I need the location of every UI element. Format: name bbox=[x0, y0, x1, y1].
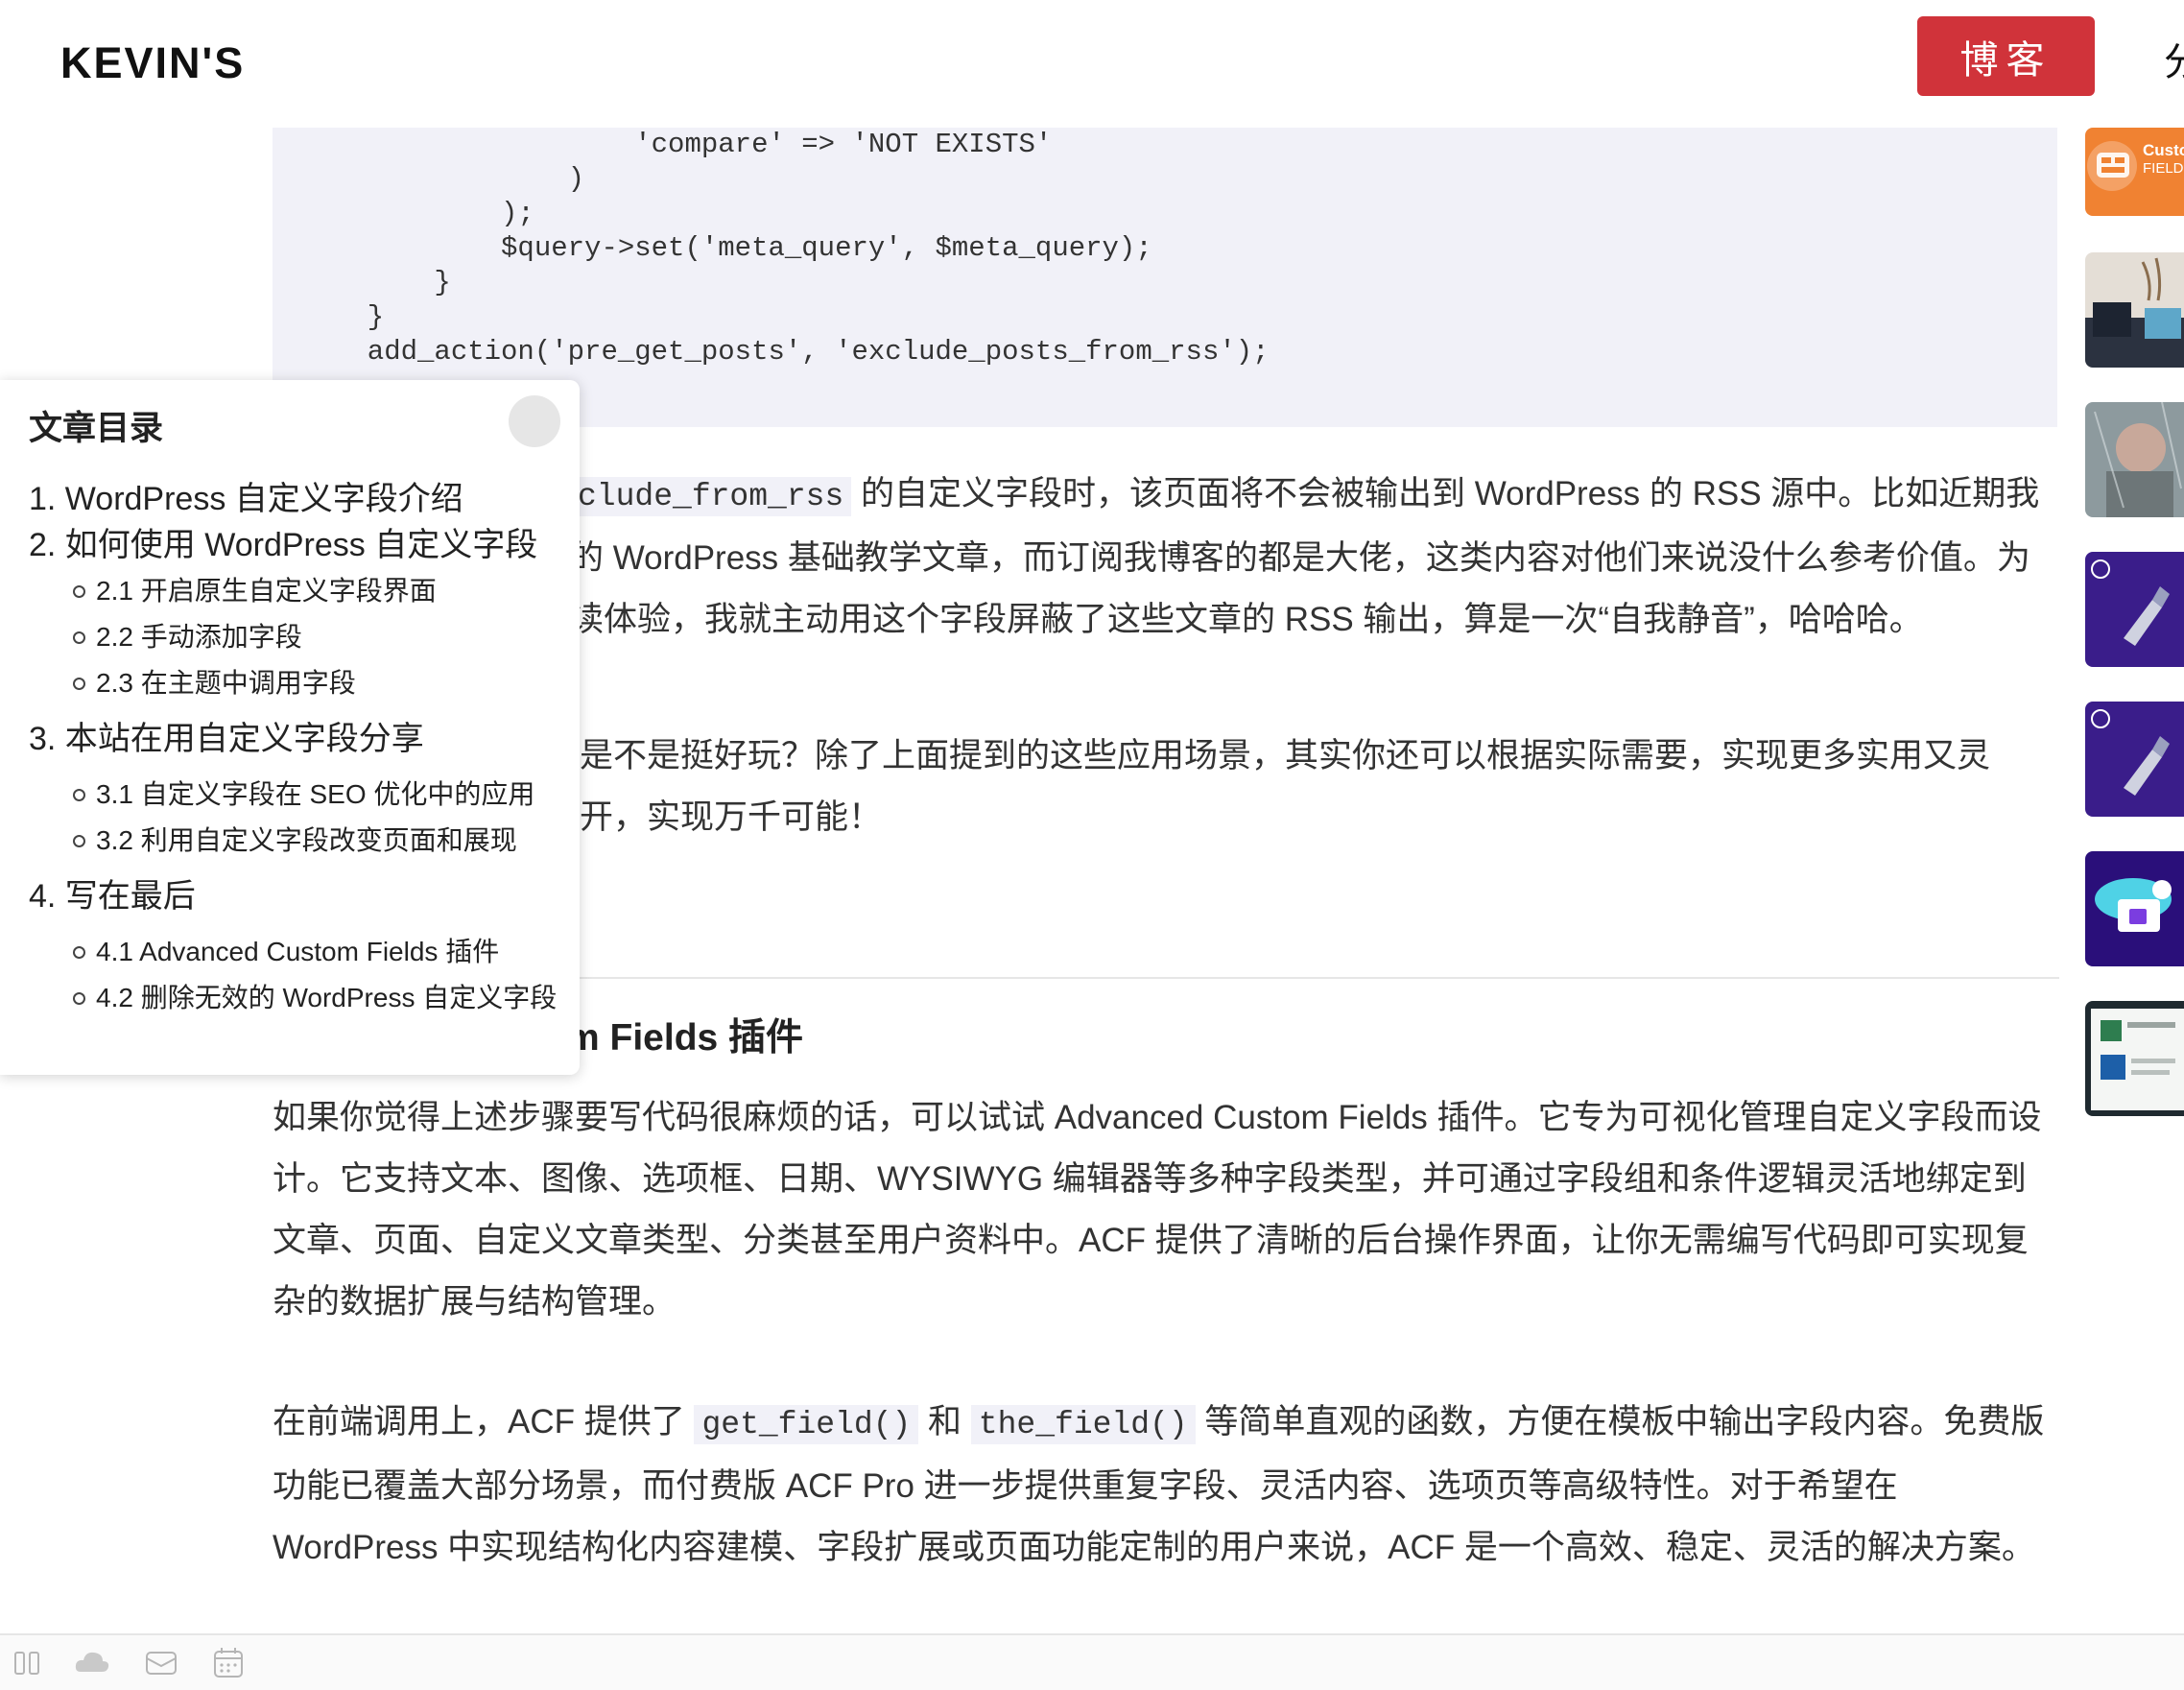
code-line: } bbox=[334, 301, 385, 333]
paragraph-acf-intro: 如果你觉得上述步骤要写代码很麻烦的话，可以试试 Advanced Custom … bbox=[273, 1099, 2042, 1321]
toc-subitem[interactable]: 3.1 自定义字段在 SEO 优化中的应用 bbox=[29, 772, 576, 818]
toc-list: 1. WordPress 自定义字段介绍 2. 如何使用 WordPress 自… bbox=[29, 476, 576, 1021]
bottom-toolbar bbox=[0, 1633, 2184, 1690]
mail-icon[interactable] bbox=[142, 1645, 180, 1679]
toc-subitem[interactable]: 4.1 Advanced Custom Fields 插件 bbox=[29, 929, 576, 975]
paragraph-text: 和 bbox=[928, 1403, 962, 1440]
related-post-thumb-wp-security[interactable] bbox=[2085, 851, 2184, 966]
section-heading: m Fields 插件 bbox=[566, 1017, 804, 1059]
code-line: ); bbox=[334, 198, 534, 229]
paragraph-text: 在前端调用上，ACF 提供了 bbox=[273, 1403, 685, 1440]
related-post-thumb-workspace[interactable] bbox=[2085, 252, 2184, 368]
related-post-thumb-wp-tools-2[interactable] bbox=[2085, 702, 2184, 817]
toc-subitem[interactable]: 2.1 开启原生自定义字段界面 bbox=[29, 568, 576, 614]
code-line: ) bbox=[334, 163, 585, 195]
workspace-photo-icon bbox=[2085, 252, 2184, 368]
inline-code-get-field: get_field() bbox=[694, 1405, 919, 1444]
plugin-screenshot-icon bbox=[2085, 1001, 2184, 1116]
site-logo[interactable]: KEVIN'S bbox=[60, 38, 245, 88]
toc-item[interactable]: 4. 写在最后 bbox=[29, 864, 576, 929]
paragraph-line: 读体验，我就主动用这个字段屏蔽了这些文章的 RSS 输出，算是一次“自我静音”，… bbox=[570, 601, 1923, 638]
toc-subitem[interactable]: 2.2 手动添加字段 bbox=[29, 614, 576, 660]
toc-subitem[interactable]: 4.2 删除无效的 WordPress 自定义字段 bbox=[29, 975, 576, 1021]
table-of-contents: 文章目录 1. WordPress 自定义字段介绍 2. 如何使用 WordPr… bbox=[0, 380, 580, 1075]
inline-code-the-field: the_field() bbox=[970, 1405, 1196, 1444]
code-line: $query->set('meta_query', $meta_query); bbox=[334, 232, 1152, 264]
paragraph-text: 的自定义字段时，该页面将不会被输出到 WordPress 的 RSS 源中。比如… bbox=[860, 475, 2040, 512]
toc-subitem[interactable]: 2.3 在主题中调用字段 bbox=[29, 660, 576, 706]
code-line: add_action('pre_get_posts', 'exclude_pos… bbox=[334, 336, 1270, 368]
toc-close-button[interactable] bbox=[509, 395, 560, 447]
paragraph-line: 是不是挺好玩？除了上面提到的这些应用场景，其实你还可以根据实际需要，实现更多实用… bbox=[580, 737, 1991, 774]
toc-title: 文章目录 bbox=[29, 410, 164, 447]
portrait-photo-icon bbox=[2085, 402, 2184, 517]
code-content: 'compare' => 'NOT EXISTS' ) ); $query->s… bbox=[334, 128, 1270, 369]
blog-nav-button[interactable]: 博客 bbox=[1917, 16, 2095, 96]
toc-item[interactable]: 1. WordPress 自定义字段介绍 bbox=[29, 476, 576, 522]
related-post-thumb-acf[interactable]: Custo FIELD bbox=[2085, 128, 2184, 216]
code-line: } bbox=[334, 267, 451, 298]
thumb-caption: Custo bbox=[2143, 141, 2184, 159]
nav-item-partial[interactable]: 分 bbox=[2164, 31, 2184, 86]
inline-code: clude_from_rss bbox=[570, 477, 852, 516]
wordpress-security-icon bbox=[2085, 851, 2184, 966]
thumb-caption: FIELD bbox=[2143, 160, 2184, 177]
related-post-thumb-portrait[interactable] bbox=[2085, 402, 2184, 517]
toc-subitem[interactable]: 3.2 利用自定义字段改变页面和展现 bbox=[29, 818, 576, 864]
calendar-icon[interactable] bbox=[209, 1645, 248, 1679]
paragraph-line: clude_from_rss 的自定义字段时，该页面将不会被输出到 WordPr… bbox=[570, 464, 2105, 528]
paragraph-acf-usage: 在前端调用上，ACF 提供了 get_field() 和 the_field()… bbox=[273, 1392, 2059, 1579]
related-post-thumb-acf-plugin[interactable] bbox=[2085, 1001, 2184, 1116]
wordpress-tools-icon bbox=[2085, 552, 2184, 667]
related-post-thumb-wp-tools-1[interactable] bbox=[2085, 552, 2184, 667]
paragraph-line: 的 WordPress 基础教学文章，而订阅我博客的都是大佬，这类内容对他们来说… bbox=[570, 539, 2030, 577]
toc-item[interactable]: 3. 本站在用自定义字段分享 bbox=[29, 706, 576, 772]
site-header: KEVIN'S 博客 分 bbox=[0, 0, 2184, 125]
paragraph-line: 开，实现万千可能！ bbox=[580, 798, 883, 836]
pause-icon[interactable] bbox=[10, 1645, 48, 1679]
cloud-icon[interactable] bbox=[73, 1645, 111, 1679]
paragraph-rss: clude_from_rss 的自定义字段时，该页面将不会被输出到 WordPr… bbox=[570, 464, 2105, 651]
toc-item[interactable]: 2. 如何使用 WordPress 自定义字段 bbox=[29, 522, 576, 568]
code-line: 'compare' => 'NOT EXISTS' bbox=[334, 129, 1053, 160]
paragraph-summary: 是不是挺好玩？除了上面提到的这些应用场景，其实你还可以根据实际需要，实现更多实用… bbox=[580, 726, 2077, 848]
wordpress-tools-icon bbox=[2085, 702, 2184, 817]
